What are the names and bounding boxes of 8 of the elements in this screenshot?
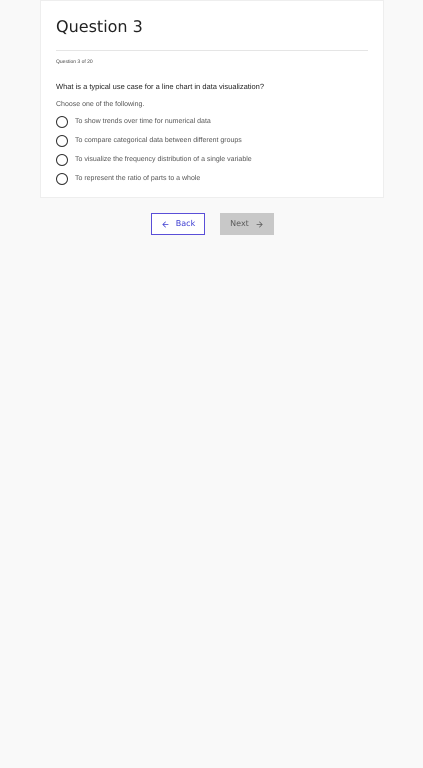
arrow-left-icon — [160, 220, 170, 229]
back-button[interactable]: Back — [151, 213, 205, 236]
radio-button[interactable] — [56, 135, 68, 148]
question-title: Question 3 — [56, 17, 144, 37]
radio-button[interactable] — [56, 173, 68, 186]
radio-button[interactable] — [56, 116, 68, 128]
radio-button[interactable] — [56, 154, 68, 166]
arrow-right-icon — [254, 220, 264, 229]
